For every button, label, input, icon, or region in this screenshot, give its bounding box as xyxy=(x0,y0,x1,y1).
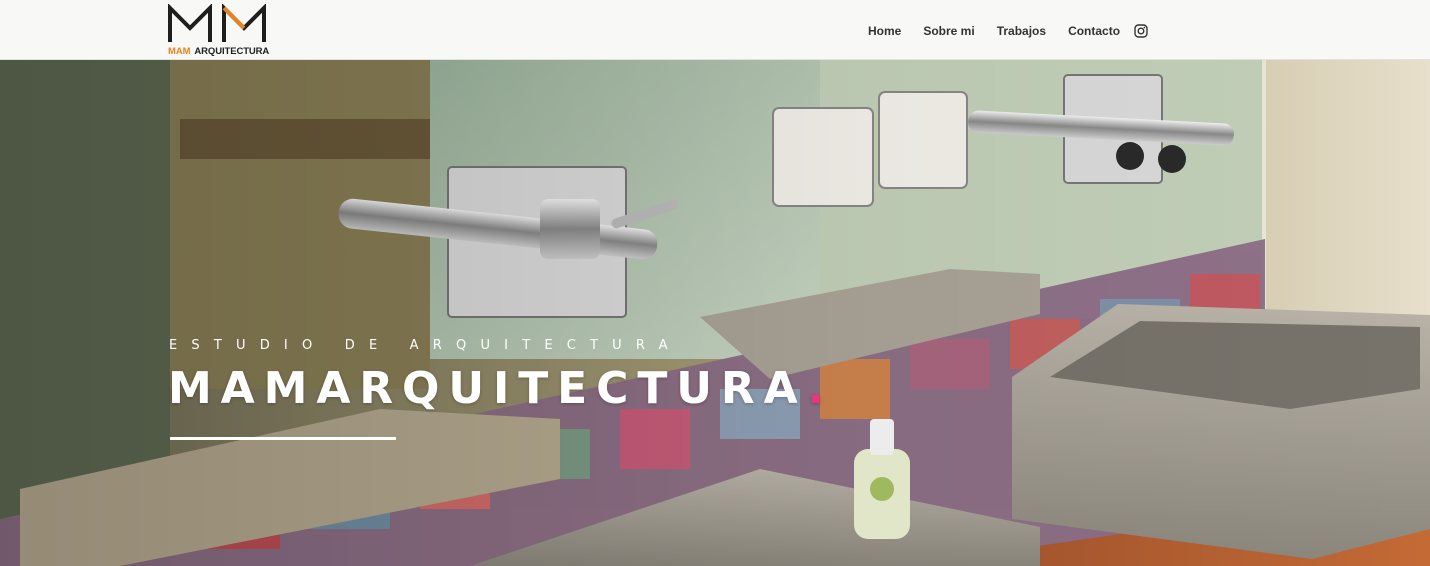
hero-overlay xyxy=(0,59,1430,566)
hero-kicker: ESTUDIO DE ARQUITECTURA xyxy=(169,338,682,353)
logo-wordmark: MAM ARQUITECTURA xyxy=(168,47,269,57)
hero-title: MAMARQUITECTURA. xyxy=(168,359,833,419)
hero-underline xyxy=(170,437,396,440)
logo-text-main: ARQUITECTURA xyxy=(194,46,270,57)
main-nav: Home Sobre mi Trabajos Contacto xyxy=(868,23,1148,39)
nav-home[interactable]: Home xyxy=(868,23,901,39)
hero-section: ESTUDIO DE ARQUITECTURA MAMARQUITECTURA. xyxy=(0,59,1430,566)
site-header: MAM ARQUITECTURA Home Sobre mi Trabajos C… xyxy=(0,0,1430,60)
instagram-icon[interactable] xyxy=(1134,24,1148,38)
nav-sobre-mi[interactable]: Sobre mi xyxy=(923,23,974,39)
hero-title-text: MAMARQUITECTURA xyxy=(168,363,808,414)
hero-title-dot: . xyxy=(807,363,834,414)
nav-contacto[interactable]: Contacto xyxy=(1068,23,1120,39)
logo-mark-icon xyxy=(168,4,266,42)
nav-trabajos[interactable]: Trabajos xyxy=(997,23,1046,39)
site-logo[interactable]: MAM ARQUITECTURA xyxy=(168,4,278,58)
logo-text-accent: MAM xyxy=(168,46,191,57)
